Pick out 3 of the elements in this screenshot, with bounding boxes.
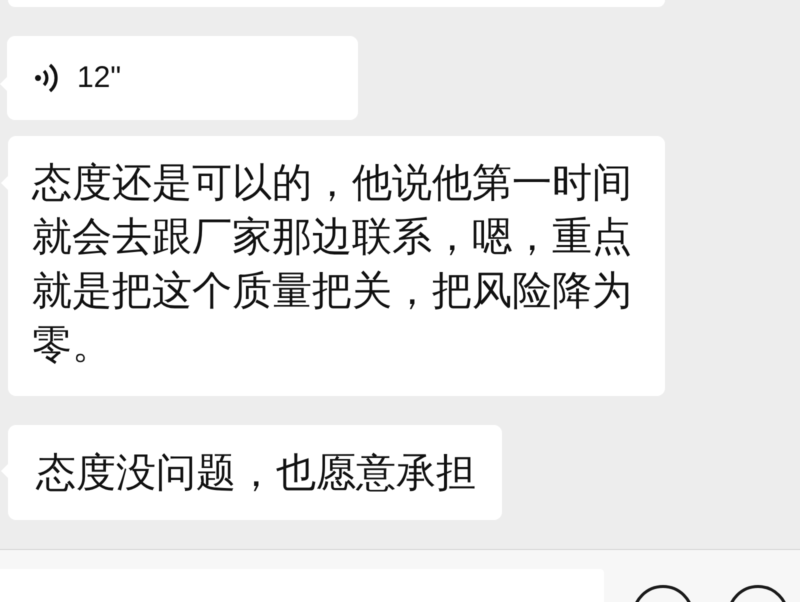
message-text: 态度还是可以的，他说他第一时间就会去跟厂家那边联系，嗯，重点就是把这个质量把关，把风险降为零。 xyxy=(32,160,633,369)
message-text: 态度没问题，也愿意承担 xyxy=(36,451,476,495)
voice-duration: 12" xyxy=(77,61,122,96)
